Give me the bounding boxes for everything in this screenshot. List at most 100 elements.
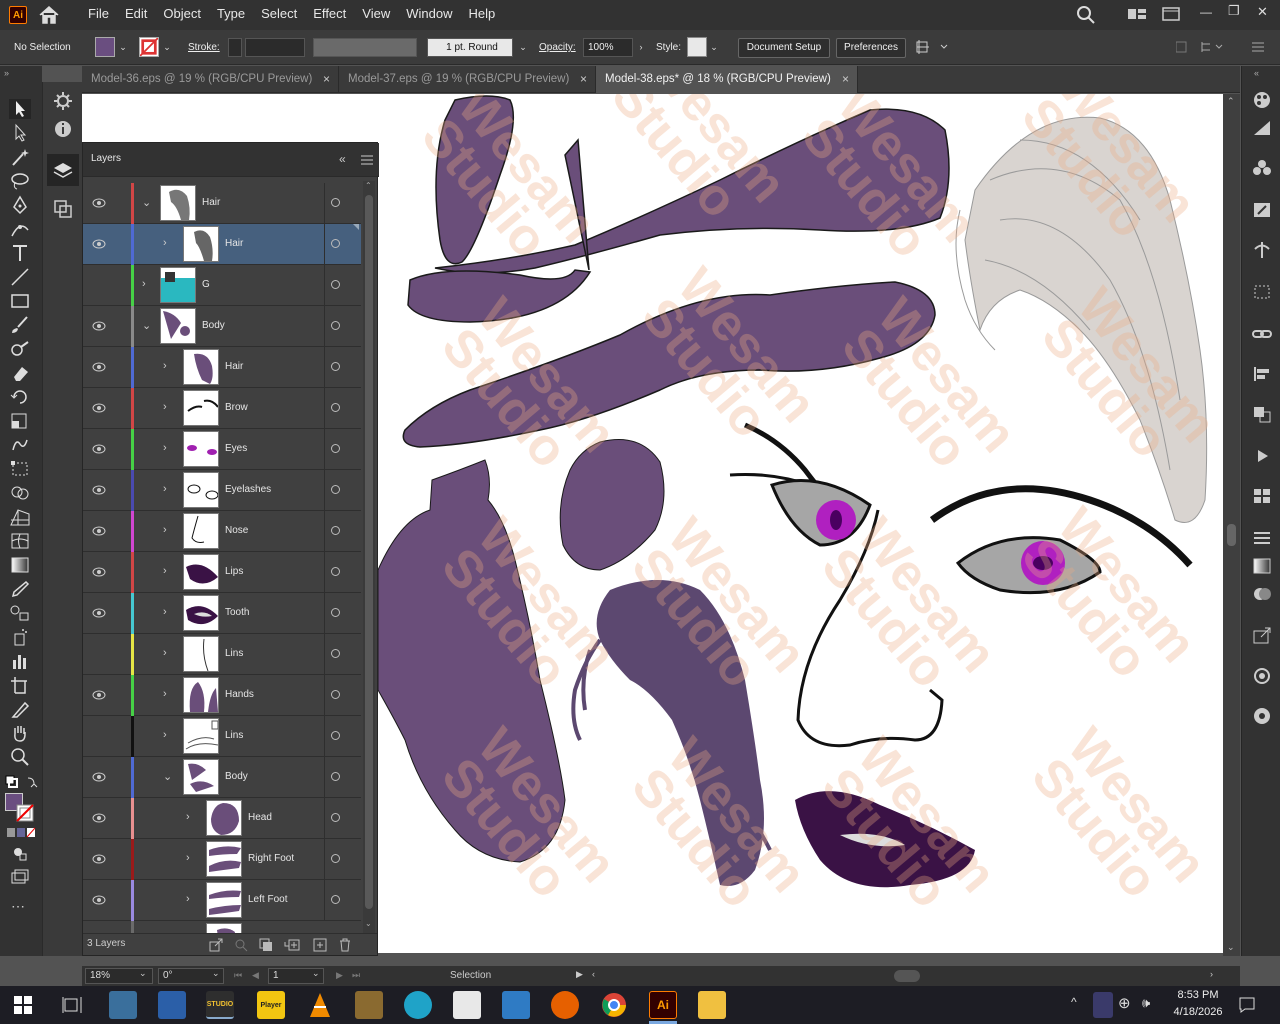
scroll-up-icon[interactable]: ⌃ bbox=[1227, 96, 1235, 107]
expand-chevron-icon[interactable]: › bbox=[142, 278, 152, 292]
target-circle-icon[interactable] bbox=[331, 895, 340, 904]
rotate-tool-icon[interactable] bbox=[8, 386, 32, 408]
notifications-icon[interactable] bbox=[1238, 996, 1256, 1014]
previous-artboard-icon[interactable]: ◀ bbox=[252, 970, 259, 981]
eraser-tool-icon[interactable] bbox=[8, 362, 32, 384]
target-circle-icon[interactable] bbox=[331, 567, 340, 576]
selection-tool-icon[interactable] bbox=[8, 98, 32, 120]
magic-wand-tool-icon[interactable] bbox=[8, 146, 32, 168]
visibility-eye-icon[interactable] bbox=[92, 689, 106, 701]
target-circle-icon[interactable] bbox=[331, 362, 340, 371]
opacity-arrow-icon[interactable]: › bbox=[635, 38, 647, 56]
layer-name[interactable]: Lins bbox=[225, 648, 243, 659]
paintbrush-tool-icon[interactable] bbox=[8, 314, 32, 336]
studio-icon[interactable]: STUDIO bbox=[206, 991, 234, 1019]
opacity-field[interactable]: 100% bbox=[583, 38, 633, 57]
target-circle-icon[interactable] bbox=[331, 690, 340, 699]
stroke-panel-icon[interactable] bbox=[1251, 528, 1273, 548]
swap-fill-stroke-icon[interactable] bbox=[4, 774, 38, 794]
layer-name[interactable]: Tooth bbox=[225, 607, 249, 618]
collapse-dock-icon[interactable]: « bbox=[1254, 68, 1259, 78]
rotation-dropdown-icon[interactable]: ⌄ bbox=[212, 968, 220, 979]
actions-icon[interactable] bbox=[1251, 446, 1273, 466]
target-circle-icon[interactable] bbox=[331, 526, 340, 535]
curvature-tool-icon[interactable] bbox=[8, 218, 32, 240]
expand-chevron-icon[interactable]: › bbox=[163, 565, 173, 579]
clipping-mask-icon[interactable] bbox=[259, 938, 273, 952]
expand-chevron-icon[interactable]: › bbox=[163, 237, 173, 251]
expand-chevron-icon[interactable]: › bbox=[163, 483, 173, 497]
lasso-tool-icon[interactable] bbox=[8, 170, 32, 192]
expand-chevron-icon[interactable]: › bbox=[163, 442, 173, 456]
target-circle-icon[interactable] bbox=[331, 198, 340, 207]
artboard-tool-icon[interactable] bbox=[8, 674, 32, 696]
close-tab-icon[interactable]: × bbox=[580, 66, 587, 92]
visibility-eye-icon[interactable] bbox=[92, 484, 106, 496]
layer-row[interactable]: › Eyelashes bbox=[83, 470, 361, 511]
volume-icon[interactable]: 🕪 bbox=[1142, 995, 1150, 1011]
tab-model-38[interactable]: Model-38.eps* @ 18 % (RGB/CPU Preview) × bbox=[596, 66, 858, 93]
clock-date[interactable]: 4/18/2026 bbox=[1166, 1006, 1230, 1018]
layer-row[interactable]: ⌄ Hair bbox=[83, 183, 361, 224]
vlc-icon[interactable] bbox=[306, 991, 334, 1019]
eyedropper-tool-icon[interactable] bbox=[8, 578, 32, 600]
type-tool-icon[interactable] bbox=[8, 242, 32, 264]
brushes-icon[interactable] bbox=[1251, 200, 1273, 220]
expand-chevron-icon[interactable]: › bbox=[186, 852, 196, 866]
visibility-eye-icon[interactable] bbox=[92, 443, 106, 455]
status-menu-icon[interactable]: ▶ bbox=[576, 969, 583, 980]
task-view-icon[interactable] bbox=[62, 996, 82, 1014]
scroll-up-icon[interactable]: ⌃ bbox=[365, 181, 372, 190]
hscroll-right-icon[interactable]: › bbox=[1210, 969, 1213, 979]
expand-chevron-icon[interactable]: › bbox=[163, 401, 173, 415]
layer-name[interactable]: Eyelashes bbox=[225, 484, 271, 495]
layer-name[interactable]: Lins bbox=[225, 730, 243, 741]
brush-dropdown-icon[interactable]: ⌄ bbox=[517, 38, 529, 56]
draw-mode-icon[interactable] bbox=[8, 842, 32, 864]
arrange-docs-icon[interactable] bbox=[1160, 4, 1182, 24]
target-circle-icon[interactable] bbox=[331, 444, 340, 453]
horizontal-scroll-thumb[interactable] bbox=[894, 970, 920, 982]
visibility-eye-icon[interactable] bbox=[92, 771, 106, 783]
layer-row[interactable]: › Tooth bbox=[83, 593, 361, 634]
expand-chevron-icon[interactable]: › bbox=[163, 647, 173, 661]
zoom-dropdown-icon[interactable]: ⌄ bbox=[139, 968, 147, 979]
layer-name[interactable]: Hair bbox=[225, 361, 243, 372]
minimize-button[interactable]: — bbox=[1200, 5, 1212, 19]
mesh-tool-icon[interactable] bbox=[8, 530, 32, 552]
expand-chevron-icon[interactable]: › bbox=[163, 360, 173, 374]
layers-panel-title[interactable]: Layers bbox=[91, 153, 121, 164]
menu-object[interactable]: Object bbox=[155, 0, 209, 30]
gradient-tool-icon[interactable] bbox=[8, 554, 32, 576]
target-circle-icon[interactable] bbox=[331, 731, 340, 740]
export-icon[interactable] bbox=[1251, 626, 1273, 646]
properties-icon[interactable] bbox=[52, 90, 74, 112]
style-dropdown-icon[interactable]: ⌄ bbox=[708, 38, 720, 56]
color-mode-icon[interactable] bbox=[6, 827, 36, 839]
layer-row[interactable]: ⌄ Body bbox=[83, 306, 361, 347]
visibility-eye-icon[interactable] bbox=[92, 361, 106, 373]
collapse-chevron-icon[interactable]: ⌄ bbox=[142, 196, 152, 210]
photos-icon[interactable] bbox=[109, 991, 137, 1019]
target-circle-icon[interactable] bbox=[331, 813, 340, 822]
firefox-icon[interactable] bbox=[551, 991, 579, 1019]
menu-help[interactable]: Help bbox=[460, 0, 503, 30]
windows-start-icon[interactable] bbox=[14, 996, 32, 1014]
expand-chevron-icon[interactable]: › bbox=[163, 688, 173, 702]
player-icon[interactable]: Player bbox=[257, 991, 285, 1019]
visibility-eye-icon[interactable] bbox=[92, 812, 106, 824]
close-tab-icon[interactable]: × bbox=[842, 66, 849, 92]
libraries-icon[interactable] bbox=[1251, 706, 1273, 726]
shape-builder-tool-icon[interactable] bbox=[8, 482, 32, 504]
layer-row[interactable]: › Nose bbox=[83, 511, 361, 552]
target-circle-icon[interactable] bbox=[331, 403, 340, 412]
perspective-grid-tool-icon[interactable] bbox=[8, 506, 32, 528]
locate-object-icon[interactable] bbox=[234, 938, 248, 952]
menu-select[interactable]: Select bbox=[253, 0, 305, 30]
visibility-eye-icon[interactable] bbox=[92, 402, 106, 414]
layer-name[interactable]: G bbox=[202, 279, 210, 290]
layer-row[interactable]: › Lins bbox=[83, 716, 361, 757]
last-artboard-icon[interactable]: ⏭ bbox=[352, 970, 360, 981]
layer-row[interactable]: › Right Foot bbox=[83, 839, 361, 880]
home-icon[interactable] bbox=[38, 5, 60, 25]
